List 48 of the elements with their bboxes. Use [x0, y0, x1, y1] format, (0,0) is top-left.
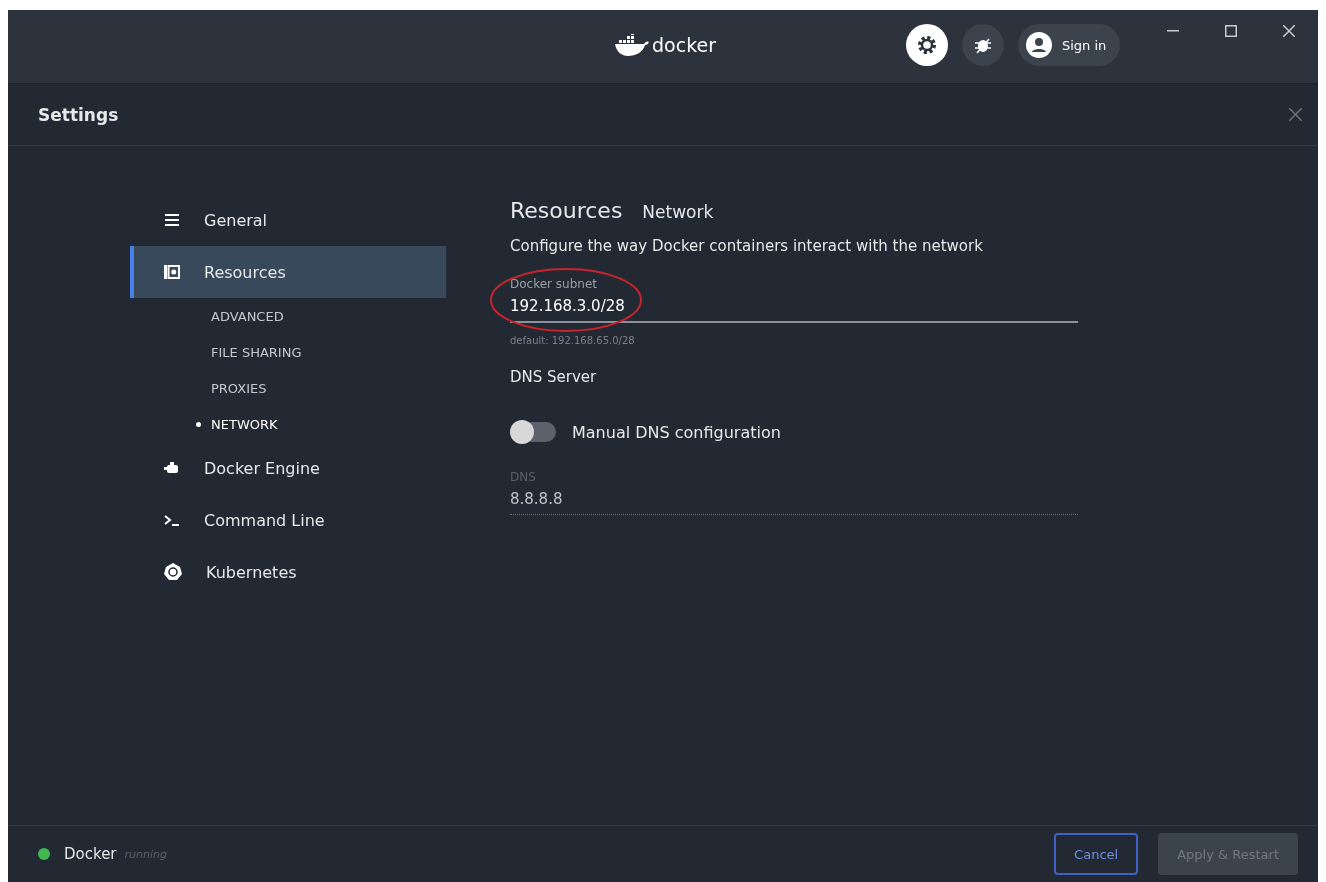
cancel-button[interactable]: Cancel [1054, 833, 1139, 875]
sliders-icon [164, 213, 180, 227]
bullet-icon [196, 421, 201, 427]
helm-wheel-icon [164, 563, 182, 581]
sidebar-item[interactable]: Command Line [130, 494, 446, 546]
description: Configure the way Docker containers interact with the network [510, 237, 984, 255]
sidebar-subitem-label: PROXIES [211, 380, 267, 396]
sidebar-item[interactable]: Kubernetes [130, 546, 446, 598]
page-title: Resources [510, 198, 623, 223]
sidebar-item-label: Command Line [204, 510, 325, 530]
settings-icon [917, 35, 937, 55]
field-label: Docker subnet [510, 277, 598, 291]
maximize-icon [1225, 25, 1237, 37]
page-subtitle: Network [642, 202, 714, 222]
sidebar-item[interactable]: Resources [130, 246, 446, 298]
minimize-icon [1167, 30, 1179, 32]
sidebar-item-label: Kubernetes [206, 562, 297, 582]
sidebar-item-label: General [204, 210, 268, 230]
sign-in-button[interactable]: Sign in [1018, 24, 1121, 66]
sidebar-subitem-label: ADVANCED [211, 308, 284, 324]
sidebar-item[interactable]: Docker Engine [130, 442, 446, 494]
toggle-switch[interactable] [510, 422, 556, 442]
sidebar-item-label: Docker Engine [204, 458, 320, 478]
toggle-label: Manual DNS configuration [572, 422, 781, 442]
terminal-icon [164, 513, 180, 527]
settings-title: Settings [38, 104, 119, 125]
sidebar-item[interactable]: General [130, 194, 446, 246]
section-heading: DNS Server [510, 368, 598, 386]
engine-icon [164, 461, 180, 475]
bug-button[interactable] [962, 24, 1004, 66]
close-icon [1283, 25, 1295, 37]
status-state: running [124, 847, 167, 861]
settings-button[interactable] [906, 24, 948, 66]
sidebar-subitem-label: FILE SHARING [211, 344, 302, 360]
logo-text: docker [652, 34, 716, 56]
sidebar-subitem[interactable]: NETWORK [130, 406, 446, 442]
close-icon[interactable] [1289, 108, 1302, 121]
sidebar-subitem[interactable]: FILE SHARING [130, 334, 446, 370]
field-label: DNS [510, 470, 537, 484]
sidebar-subitem-label: NETWORK [211, 416, 278, 432]
field-hint: default: 192.168.65.0/28 [510, 335, 636, 346]
whale-logo-icon [614, 34, 650, 56]
subnet-input[interactable]: 192.168.3.0/28 [510, 291, 1078, 323]
user-icon [1026, 32, 1052, 58]
sidebar-item-label: Resources [204, 262, 286, 282]
sidebar-subitem[interactable]: ADVANCED [130, 298, 446, 334]
status-name: Docker [64, 845, 117, 863]
sidebar-subitem[interactable]: PROXIES [130, 370, 446, 406]
